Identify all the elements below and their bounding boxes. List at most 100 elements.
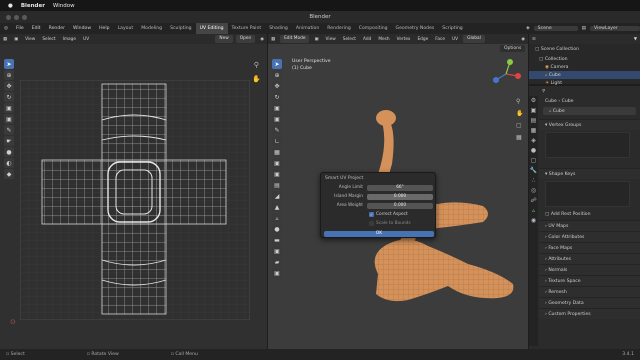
edge-slide-tool-icon[interactable]: ▬ xyxy=(272,235,282,245)
annotate-tool-icon[interactable]: ✎ xyxy=(4,125,14,135)
custom-properties-panel[interactable]: › Custom Properties xyxy=(539,308,640,319)
menu-window[interactable]: Window xyxy=(69,26,95,31)
tab-shading[interactable]: Shading xyxy=(265,23,292,34)
smooth-tool-icon[interactable]: ● xyxy=(272,224,282,234)
add-rest-position-checkbox[interactable]: ▢ Add Rest Position xyxy=(539,209,640,220)
mac-app-menu[interactable]: Blender xyxy=(21,3,45,9)
vp-view-menu[interactable]: View xyxy=(323,37,339,42)
vp-uv-menu[interactable]: UV xyxy=(449,37,461,42)
uv-image-menu[interactable]: Image xyxy=(60,37,79,42)
uv-canvas[interactable] xyxy=(20,80,250,320)
blender-logo-icon[interactable]: ◎ xyxy=(0,26,12,31)
vp-move-tool-icon[interactable]: ✥ xyxy=(272,81,282,91)
texture-space-panel[interactable]: › Texture Space xyxy=(539,275,640,286)
correct-aspect-checkbox[interactable]: ✓ Correct Aspect xyxy=(369,212,408,217)
extrude-tool-icon[interactable]: ▦ xyxy=(272,147,282,157)
viewport-type-icon[interactable]: ▦ xyxy=(268,37,278,42)
new-image-button[interactable]: New xyxy=(215,35,233,43)
scale-tool-icon[interactable]: ▣ xyxy=(4,103,14,113)
uv-overlay-icon[interactable]: ◉ xyxy=(257,37,267,42)
geometry-data-panel[interactable]: › Geometry Data xyxy=(539,297,640,308)
face-maps-panel[interactable]: › Face Maps xyxy=(539,242,640,253)
poly-build-tool-icon[interactable]: ▲ xyxy=(272,202,282,212)
tab-uv-editing[interactable]: UV Editing xyxy=(195,23,228,34)
apple-icon[interactable]: ● xyxy=(8,3,13,9)
uv-view-menu[interactable]: View xyxy=(22,37,38,42)
uv-uv-menu[interactable]: UV xyxy=(80,37,92,42)
filter-icon[interactable]: ▼ xyxy=(631,37,640,42)
ok-button[interactable]: OK xyxy=(324,231,434,237)
uv-select-mode-icon[interactable]: ▣ xyxy=(11,37,21,42)
uv-editor-type-icon[interactable]: ▦ xyxy=(0,37,10,42)
shape-keys-list[interactable] xyxy=(545,181,630,207)
object-tab-icon[interactable]: ▢ xyxy=(529,156,538,166)
physics-tab-icon[interactable]: ◎ xyxy=(529,186,538,196)
zoom-window-button[interactable] xyxy=(22,15,27,20)
proportional-edit-icon[interactable]: ◉ xyxy=(518,37,528,42)
vp-select-menu[interactable]: Select xyxy=(340,37,359,42)
view-layer-selector[interactable]: ViewLayer xyxy=(590,26,640,31)
world-tab-icon[interactable]: ● xyxy=(529,146,538,156)
collection-row[interactable]: ▢ Collection xyxy=(529,55,640,63)
spin-tool-icon[interactable]: ▵ xyxy=(272,213,282,223)
outliner-item-cube[interactable]: ▵ Cube xyxy=(529,71,640,79)
navigation-gizmo[interactable] xyxy=(488,56,524,92)
outliner-type-icon[interactable]: ☰ xyxy=(529,37,539,42)
vp-measure-tool-icon[interactable]: ∟ xyxy=(272,136,282,146)
vp-mesh-menu[interactable]: Mesh xyxy=(375,37,392,42)
outliner-item-camera[interactable]: ◉ Camera xyxy=(529,63,640,71)
vp-annotate-tool-icon[interactable]: ✎ xyxy=(272,125,282,135)
normals-panel[interactable]: › Normals xyxy=(539,264,640,275)
scene-collection-row[interactable]: ▢ Scene Collection xyxy=(529,44,640,55)
open-image-button[interactable]: Open xyxy=(235,35,256,43)
tab-rendering[interactable]: Rendering xyxy=(323,23,354,34)
remesh-panel[interactable]: › Remesh xyxy=(539,286,640,297)
scene-tab-icon[interactable]: ◈ xyxy=(529,136,538,146)
tab-animation[interactable]: Animation xyxy=(292,23,323,34)
vp-scale-tool-icon[interactable]: ▣ xyxy=(272,103,282,113)
mesh-name-field[interactable]: ▵ Cube xyxy=(543,107,636,115)
vp-add-menu[interactable]: Add xyxy=(360,37,374,42)
tab-texture-paint[interactable]: Texture Paint xyxy=(228,23,266,34)
rip-tool-icon[interactable]: ◆ xyxy=(4,169,14,179)
output-tab-icon[interactable]: ▤ xyxy=(529,116,538,126)
island-margin-field[interactable]: 0.000 xyxy=(367,193,433,200)
shrink-tool-icon[interactable]: ▣ xyxy=(272,246,282,256)
color-attributes-panel[interactable]: › Color Attributes xyxy=(539,231,640,242)
grab-tool-icon[interactable]: ☛ xyxy=(4,136,14,146)
vp-select-tool-icon[interactable]: ➤ xyxy=(272,59,282,69)
uv-maps-panel[interactable]: › UV Maps xyxy=(539,220,640,231)
bevel-tool-icon[interactable]: ▣ xyxy=(272,169,282,179)
tab-modeling[interactable]: Modeling xyxy=(137,23,166,34)
viewport-options[interactable]: Options xyxy=(500,45,526,52)
view-layer-tab-icon[interactable]: ▦ xyxy=(529,126,538,136)
vertex-groups-list[interactable] xyxy=(545,132,630,158)
mac-window-menu[interactable]: Window xyxy=(53,3,75,9)
tab-scripting[interactable]: Scripting xyxy=(438,23,466,34)
data-tab-icon[interactable]: ▵ xyxy=(529,206,538,216)
vertex-groups-panel[interactable]: ▾ Vertex Groups xyxy=(539,119,640,130)
angle-limit-field[interactable]: 66° xyxy=(367,184,433,191)
menu-render[interactable]: Render xyxy=(45,26,69,31)
vp-cursor-tool-icon[interactable]: ⊕ xyxy=(272,70,282,80)
tab-layout[interactable]: Layout xyxy=(114,23,138,34)
transform-tool-icon[interactable]: ▣ xyxy=(4,114,14,124)
zoom-icon[interactable]: ⚲ xyxy=(252,58,261,72)
shear-tool-icon[interactable]: ▰ xyxy=(272,257,282,267)
area-weight-field[interactable]: 0.000 xyxy=(367,202,433,209)
close-window-button[interactable] xyxy=(6,15,11,20)
tab-sculpting[interactable]: Sculpting xyxy=(166,23,195,34)
constraints-tab-icon[interactable]: ☍ xyxy=(529,196,538,206)
move-tool-icon[interactable]: ✥ xyxy=(4,81,14,91)
material-tab-icon[interactable]: ◉ xyxy=(529,216,538,226)
attributes-panel[interactable]: › Attributes xyxy=(539,253,640,264)
select-vertex-icon[interactable]: ▣ xyxy=(311,37,321,42)
relax-tool-icon[interactable]: ● xyxy=(4,147,14,157)
modifier-tab-icon[interactable]: 🔧 xyxy=(529,166,538,176)
vp-transform-tool-icon[interactable]: ▣ xyxy=(272,114,282,124)
inset-tool-icon[interactable]: ▣ xyxy=(272,158,282,168)
tool-tab-icon[interactable]: ⚙ xyxy=(529,96,538,106)
menu-help[interactable]: Help xyxy=(95,26,113,31)
cursor-tool-icon[interactable]: ⊕ xyxy=(4,70,14,80)
select-tool-icon[interactable]: ➤ xyxy=(4,59,14,69)
